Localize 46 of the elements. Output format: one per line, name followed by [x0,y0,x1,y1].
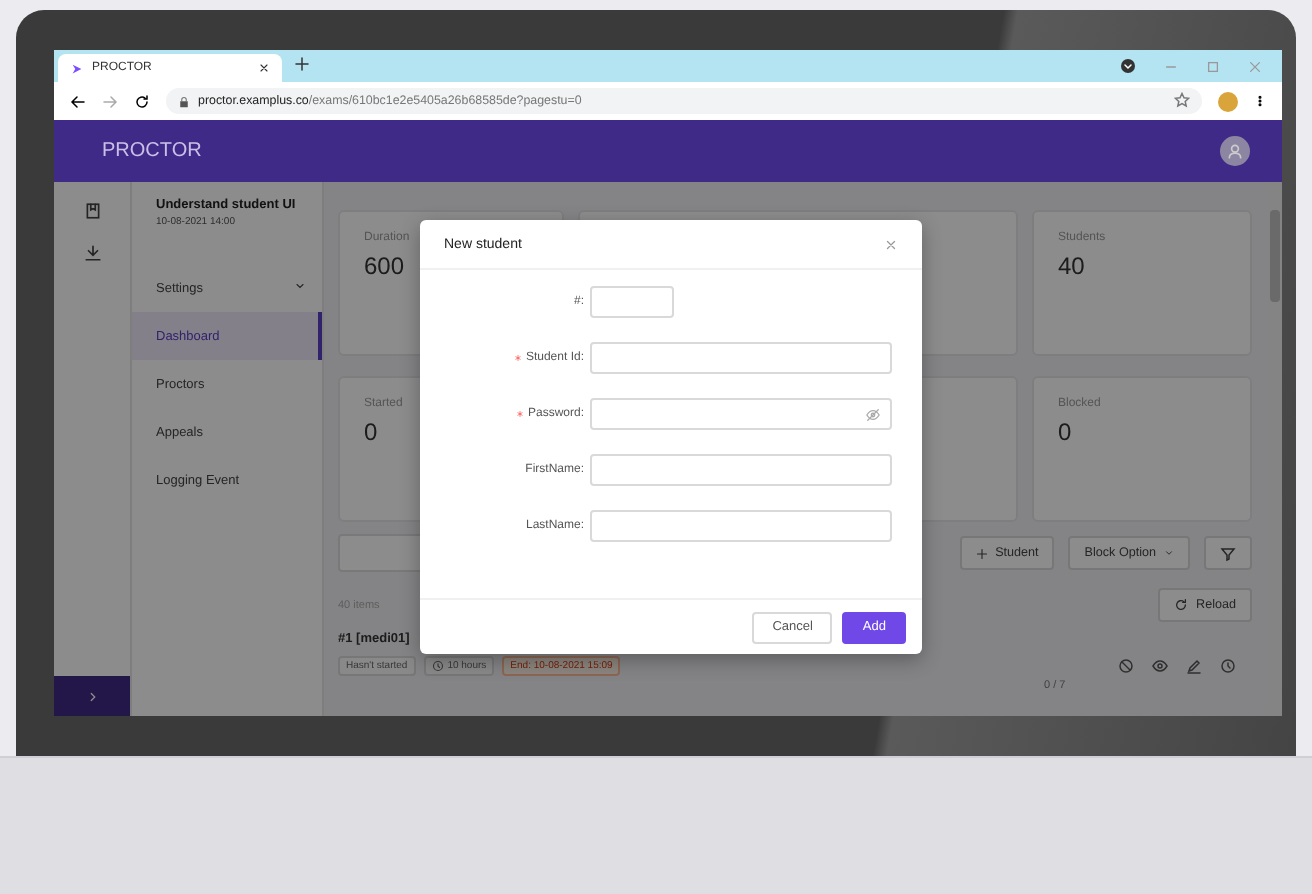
plus-icon [294,56,310,72]
input-field[interactable] [590,398,892,430]
scrollbar-thumb[interactable] [1269,210,1279,302]
profile-dropdown-icon [1120,58,1136,74]
restore-icon [1206,59,1220,73]
edit-icon [1186,658,1202,674]
input-field[interactable] [590,342,892,374]
required-asterisk-icon [515,410,524,418]
star-icon [1174,91,1190,107]
download-icon [83,244,101,262]
plus-icon [975,547,988,559]
stat-value: 600 [364,252,405,280]
user-icon [1226,142,1244,160]
close-button[interactable] [884,237,898,251]
filter-icon [1220,545,1236,561]
required-asterisk-icon [513,354,522,362]
close-icon [884,237,898,251]
filter-button[interactable] [1204,536,1252,570]
reload-icon [134,93,150,109]
book-icon [83,202,101,220]
close-icon [1248,59,1262,73]
expand-sidebar-button[interactable] [54,676,130,716]
chevron-right-icon [85,689,99,703]
more-vertical-icon [1254,92,1266,110]
stat-value: 40 [1058,252,1085,280]
lock-icon [178,95,190,107]
clock-icon [1220,658,1236,674]
reload-icon [1174,598,1189,612]
eye-slash-icon [866,407,880,421]
chevron-down-icon [294,280,306,292]
chevron-down-icon [1164,548,1174,558]
eye-icon [1152,658,1168,674]
stat-value: 0 [1058,418,1072,446]
close-icon [258,62,270,74]
back-arrow-icon [70,93,86,109]
app-brand: PROCTOR [102,140,202,162]
stat-value: 0 [364,418,378,446]
avatar-circle[interactable] [1218,91,1238,111]
input-field[interactable] [590,510,892,542]
block-icon [1118,658,1134,674]
clock-icon [431,660,444,672]
forward-arrow-icon [102,93,118,109]
input-field[interactable] [590,454,892,486]
chevron-logo-icon [70,61,84,75]
input-field[interactable] [590,286,674,318]
user-avatar[interactable] [1220,136,1250,166]
